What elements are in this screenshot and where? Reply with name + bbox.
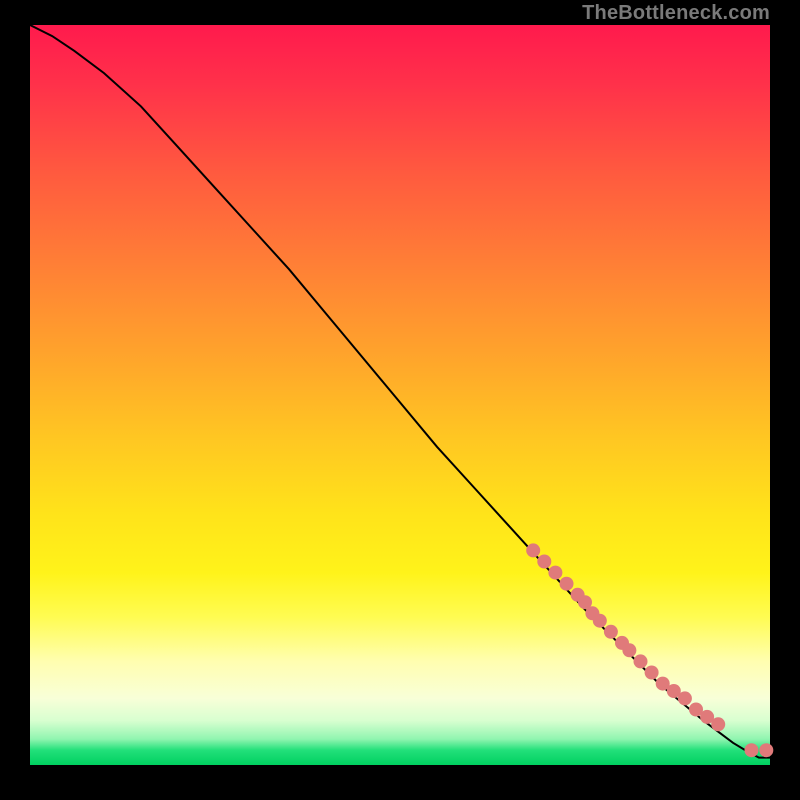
plot-svg: [30, 25, 770, 765]
data-point: [634, 654, 648, 668]
data-point: [711, 717, 725, 731]
data-point: [548, 566, 562, 580]
data-point: [560, 577, 574, 591]
data-point: [604, 625, 618, 639]
data-point: [526, 543, 540, 557]
bottleneck-curve: [30, 25, 770, 758]
chart-root: TheBottleneck.com: [0, 0, 800, 800]
data-point: [593, 614, 607, 628]
watermark-text: TheBottleneck.com: [582, 2, 770, 25]
data-point: [645, 666, 659, 680]
data-point: [745, 743, 759, 757]
data-point: [622, 643, 636, 657]
data-point: [678, 691, 692, 705]
scatter-points: [526, 543, 773, 757]
data-point: [537, 555, 551, 569]
data-point: [759, 743, 773, 757]
plot-area: [30, 25, 770, 765]
